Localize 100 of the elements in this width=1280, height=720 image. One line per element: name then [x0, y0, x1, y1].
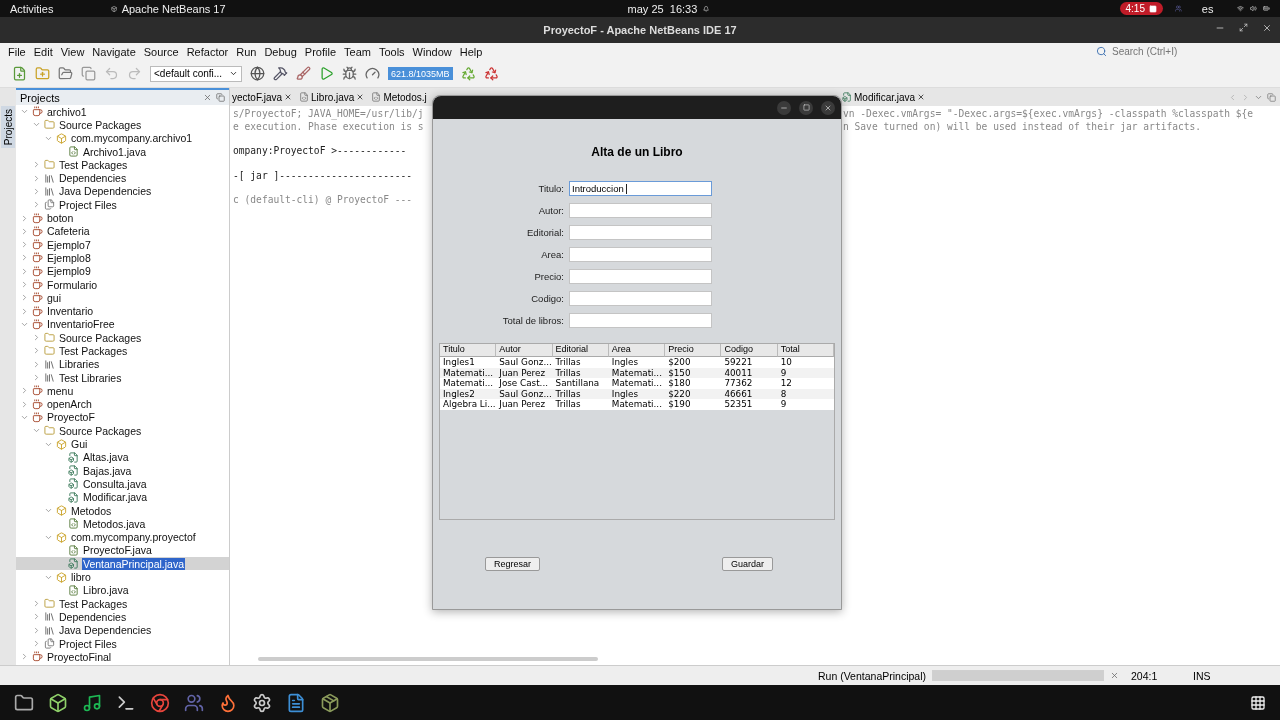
minimize-button[interactable] [777, 100, 791, 115]
tree-item[interactable]: Ejemplo7 [16, 237, 229, 252]
table-row[interactable]: Matemati... Juan Perez Trillas Matemati... $150 40011 9 [440, 367, 834, 379]
close-button[interactable] [821, 100, 835, 115]
tree-item[interactable]: Dependencies [16, 171, 229, 185]
chevron-right-icon[interactable] [32, 359, 41, 369]
close-icon[interactable] [284, 93, 293, 101]
chevron-right-icon[interactable] [20, 213, 29, 223]
tree-item[interactable]: gui [16, 291, 229, 305]
tree-item[interactable]: Java Dependencies [16, 623, 229, 637]
tree-item[interactable]: Modificar.java [16, 490, 229, 504]
chevron-left-icon[interactable] [1228, 92, 1237, 102]
bar-command[interactable]: Profile [300, 45, 340, 58]
text-field[interactable] [569, 203, 712, 218]
settings-icon[interactable] [252, 692, 272, 713]
chevron-right-icon[interactable] [20, 226, 29, 236]
redo-icon[interactable] [127, 66, 142, 81]
chevron-right-icon[interactable] [20, 280, 29, 289]
activities-button[interactable]: Activities [10, 2, 54, 15]
text-field[interactable] [569, 291, 712, 306]
search-field[interactable]: Search (Ctrl+I) [1110, 45, 1250, 58]
close-icon[interactable] [917, 93, 926, 101]
apps-grid-icon[interactable] [1250, 694, 1266, 711]
folder-icon[interactable] [14, 692, 34, 713]
bar-command[interactable]: Navigate [88, 45, 140, 58]
tree-item[interactable]: Ejemplo8 [16, 251, 229, 265]
bar-command[interactable]: Refactor [182, 45, 233, 58]
bar-command[interactable]: Team [340, 45, 375, 58]
chevron-right-icon[interactable] [32, 333, 41, 343]
bar-command[interactable]: File [4, 45, 30, 58]
tree-item[interactable]: Project Files [16, 636, 229, 651]
app-name[interactable]: Apache NetBeans 17 [121, 2, 226, 15]
text-field[interactable] [569, 225, 712, 240]
bar-command[interactable]: Debug [260, 45, 301, 58]
tree-item[interactable]: ProyectoF.java [16, 543, 229, 558]
tree-item[interactable]: openArch [16, 397, 229, 411]
close-icon[interactable] [356, 93, 365, 101]
chevron-right-icon[interactable] [32, 346, 41, 356]
tree-item[interactable]: archivo1 [16, 105, 229, 119]
close-icon[interactable] [1110, 671, 1119, 680]
play-icon[interactable] [319, 66, 334, 81]
tree-item[interactable]: Cafeteria [16, 224, 229, 238]
bar-command[interactable]: View [56, 45, 89, 58]
tree-item[interactable]: com.mycompany.proyectof [16, 530, 229, 544]
tree-item[interactable]: Test Libraries [16, 370, 229, 385]
chevron-right-icon[interactable] [20, 240, 29, 250]
tree-item[interactable]: Test Packages [16, 158, 229, 172]
tree-item[interactable]: Source Packages [16, 118, 229, 132]
editor-tab[interactable]: Modificar.java [840, 90, 928, 104]
editor-tab[interactable]: Metodos.j [369, 90, 429, 104]
recycle-icon[interactable] [460, 66, 476, 81]
scrollbar[interactable] [258, 657, 598, 661]
tree-item[interactable]: ProyectoFinal [16, 650, 229, 664]
globe-icon[interactable] [250, 66, 265, 81]
chevron-right-icon[interactable] [32, 173, 41, 183]
tree-item[interactable]: ProyectoF [16, 410, 229, 425]
cube-icon[interactable] [48, 692, 68, 713]
brush-icon[interactable] [296, 66, 311, 81]
new-file-icon[interactable] [12, 66, 27, 81]
copy-icon[interactable] [81, 66, 96, 81]
tree-item[interactable]: Source Packages [16, 331, 229, 345]
dialog-button[interactable]: Regresar [485, 557, 540, 571]
chevron-right-icon[interactable] [20, 399, 29, 409]
sound-waves-icon[interactable] [82, 692, 102, 713]
text-field[interactable] [569, 269, 712, 284]
tree-item[interactable]: Libraries [16, 357, 229, 371]
table-row[interactable]: Ingles2 Saul Gonz... Trillas Ingles $220 46661 8 [440, 388, 834, 400]
bar-command[interactable]: Edit [29, 45, 57, 58]
chevron-right-icon[interactable] [32, 160, 41, 170]
language-indicator[interactable]: es [1201, 2, 1214, 15]
close-icon[interactable] [203, 93, 212, 102]
tree-item[interactable]: Metodos.java [16, 517, 229, 531]
tree-item[interactable]: Test Packages [16, 597, 229, 611]
open-folder-icon[interactable] [58, 66, 73, 81]
tree-item[interactable]: VentanaPrincipal.java [16, 557, 229, 571]
chevron-right-icon[interactable] [32, 625, 41, 635]
tree-item[interactable]: Metodos [16, 503, 229, 518]
chevron-right-icon[interactable] [20, 386, 29, 396]
text-field[interactable] [569, 247, 712, 262]
tree-item[interactable]: Altas.java [16, 450, 229, 464]
chevron-right-icon[interactable] [32, 373, 41, 383]
editor-tab[interactable]: Libro.java [297, 90, 367, 104]
chevron-right-icon[interactable] [20, 306, 29, 316]
bar-command[interactable]: Run [232, 45, 261, 58]
chevron-right-icon[interactable] [20, 266, 29, 276]
tree-item[interactable]: InventarioFree [16, 317, 229, 332]
tree-item[interactable]: Libro.java [16, 583, 229, 597]
bar-command[interactable]: Help [455, 45, 487, 58]
table-row[interactable]: Matemati... Jose Cast... Santillana Matemati... $180 77362 12 [440, 378, 834, 389]
gauge-icon[interactable] [365, 66, 380, 81]
bug-icon[interactable] [342, 66, 357, 81]
chevron-right-icon[interactable] [32, 599, 41, 609]
recycle-icon[interactable] [483, 66, 499, 81]
bar-command[interactable]: Source [139, 45, 183, 58]
text-field[interactable] [569, 313, 712, 328]
document-icon[interactable] [286, 692, 306, 713]
chevron-right-icon[interactable] [32, 200, 41, 210]
tree-item[interactable]: Dependencies [16, 610, 229, 624]
tree-item[interactable]: Consulta.java [16, 477, 229, 491]
people-icon[interactable] [184, 692, 204, 713]
